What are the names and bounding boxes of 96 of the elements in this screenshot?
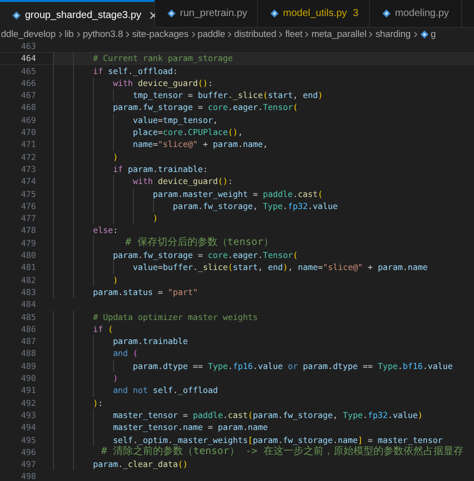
code-line: value=tmp_tensor, [53, 114, 218, 126]
line-number: 490 [20, 372, 37, 384]
code-line: ): [53, 396, 103, 409]
line-number: 465 [20, 64, 37, 77]
code-line: if ( [53, 322, 113, 336]
code-line: if param.trainable: [53, 162, 208, 176]
line-number: 474 [20, 175, 37, 188]
line-number: 476 [20, 200, 37, 212]
breadcrumb-item[interactable]: lib [64, 28, 74, 40]
line-number: 479 [20, 236, 37, 250]
line-number: 471 [20, 138, 37, 151]
line-number: 477 [20, 212, 37, 224]
line-number: 469 [20, 114, 37, 126]
code-line: tmp_tensor = buffer._slice(start, end) [53, 89, 323, 102]
line-number: 491 [20, 384, 37, 397]
breadcrumb-item[interactable]: site-packages [132, 28, 189, 40]
line-number: 498 [20, 470, 37, 481]
line-number: 488 [20, 347, 37, 360]
code-line: name="slice@" + param.name, [53, 138, 268, 151]
code-line: place=core.CPUPlace(), [53, 126, 243, 138]
breadcrumb-item[interactable]: meta_parallel [311, 28, 366, 40]
breadcrumb-item[interactable]: fleet [285, 28, 302, 40]
line-number: 468 [20, 101, 37, 114]
code-line: with device_guard(): [53, 76, 213, 90]
line-number: 478 [20, 224, 37, 237]
line-number: 467 [20, 89, 37, 102]
chevron-icon [58, 30, 63, 38]
python-file-icon [382, 9, 391, 18]
chevron-icon [278, 30, 284, 38]
code-line: value=buffer._slice(start, end), name="slice@" + param.name [53, 261, 428, 274]
code-comment: # Updata optimizer master weights [53, 310, 258, 323]
code-line: master_tensor = paddle.cast(param.fw_storage, Type.fp32.value) [53, 408, 423, 422]
line-number: 497 [20, 458, 37, 470]
line-number: 494 [20, 421, 37, 434]
code-line: param._clear_data() [53, 458, 188, 470]
line-number: 496 [20, 446, 37, 458]
chevron-icon [227, 30, 232, 38]
python-file-icon [420, 30, 429, 38]
editor-tab[interactable]: run_pretrain.py [155, 0, 258, 27]
code-line: param.fw_storage, Type.fp32.value [53, 200, 338, 212]
line-number: 475 [20, 188, 37, 200]
code-line: and ( [53, 347, 138, 360]
breadcrumb-item[interactable]: sharding [375, 28, 411, 40]
breadcrumb-item[interactable]: distributed [234, 28, 276, 40]
code-comment: # 保存切分后的参数（tensor） [53, 236, 274, 250]
code-line: if self._offload: [53, 64, 178, 77]
line-number: 486 [20, 322, 37, 336]
code-line: param.fw_storage = core.eager.Tensor( [53, 249, 298, 262]
chevron-icon [304, 30, 310, 38]
code-comment: # 清除之前的参数（tensor） -> 在这一步之前，原始模型的参数依然占据显存 [53, 445, 464, 459]
code-line: self._optim._master_weights[param.fw_storage.name] = master_tensor [53, 434, 443, 446]
python-file-icon [12, 10, 21, 20]
chevron-icon [76, 30, 81, 38]
line-number: 463 [20, 40, 37, 52]
chevron-icon [124, 30, 130, 38]
code-line: else: [53, 224, 118, 237]
line-number: 485 [20, 310, 37, 323]
code-line: param.master_weight = paddle.cast( [53, 188, 323, 200]
code-line: param.trainable [53, 335, 188, 348]
code-line: param.dtype == Type.fp16.value or param.dtype == Type.bf16.value [53, 360, 453, 372]
code-line: master_tensor.name = param.name [53, 421, 268, 434]
line-number: 472 [20, 150, 37, 163]
code-comment: # Current rank param_storage [53, 52, 233, 65]
line-number: 473 [20, 162, 37, 176]
line-number: 480 [20, 249, 37, 262]
code-line: ) [53, 372, 118, 384]
chevron-icon [190, 30, 196, 38]
line-number: 489 [20, 360, 37, 372]
editor-tab[interactable]: group_sharded_stage3.py [0, 0, 155, 28]
line-number: 466 [20, 76, 37, 90]
line-number: 464 [20, 52, 37, 65]
breadcrumb-item[interactable]: paddle [198, 28, 226, 40]
line-number: 493 [20, 408, 37, 422]
breadcrumb-item[interactable]: python3.8 [82, 28, 123, 40]
code-line: ) [53, 274, 118, 286]
chevron-icon [368, 30, 374, 38]
line-number: 492 [20, 396, 37, 409]
line-number: 487 [20, 335, 37, 348]
code-line: param.status = "part" [53, 286, 198, 298]
line-number: 470 [20, 126, 37, 138]
code-line: and not self._offload [53, 384, 218, 397]
line-number: 482 [20, 274, 37, 286]
python-file-icon [167, 9, 176, 18]
line-number: 495 [20, 434, 37, 446]
line-number: 483 [20, 286, 37, 298]
line-number: 484 [20, 298, 37, 311]
line-number: 481 [20, 261, 37, 274]
problem-count: 3 [352, 8, 358, 19]
python-file-icon [270, 9, 279, 18]
code-line: param.fw_storage = core.eager.Tensor( [53, 101, 298, 114]
code-line: with device_guard(): [53, 175, 233, 188]
breadcrumb-item[interactable]: g [430, 28, 436, 40]
chevron-icon [412, 30, 418, 38]
breadcrumb-item[interactable]: ddle_develop [1, 28, 56, 40]
code-line: ) [53, 212, 158, 224]
code-line: ) [53, 150, 118, 163]
